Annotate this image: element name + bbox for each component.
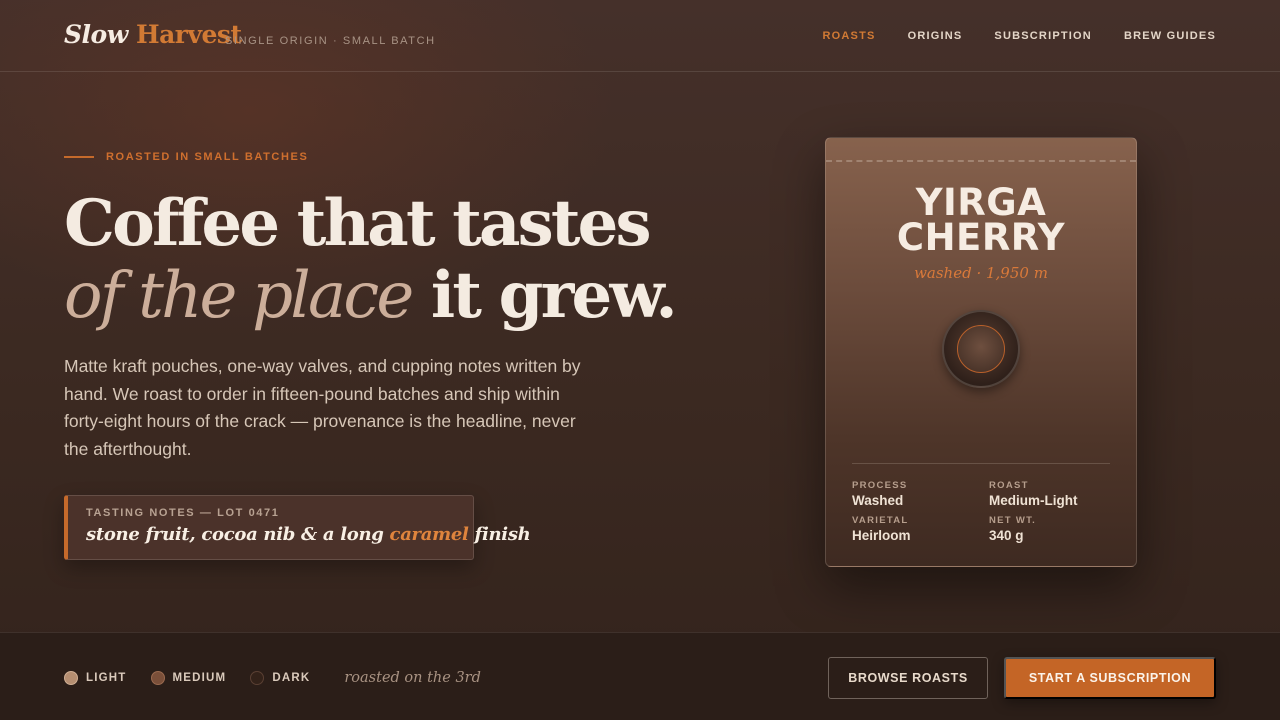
spec-label: ROAST — [989, 480, 1029, 491]
bag-subtitle: washed · 1,950 m — [914, 264, 1048, 282]
spec-label: VARIETAL — [852, 515, 909, 526]
spec-label: NET WT. — [989, 515, 1037, 526]
roast-option-dark[interactable]: DARK — [250, 671, 310, 685]
roast-option-medium[interactable]: MEDIUM — [150, 671, 227, 685]
spec-varietal: VARIETAL Heirloom — [852, 515, 911, 543]
light-roast-dot-icon — [64, 671, 78, 685]
roast-level-legend: LIGHT MEDIUM DARK roasted on the 3rd — [64, 670, 481, 686]
hero-intro: Matte kraft pouches, one-way valves, and… — [64, 356, 581, 459]
roast-label: LIGHT — [86, 672, 127, 684]
start-subscription-button[interactable]: START A SUBSCRIPTION — [1004, 657, 1216, 699]
bag-divider — [852, 463, 1110, 464]
eyebrow-text: ROASTED IN SMALL BATCHES — [106, 151, 309, 163]
hero-headline: Coffee that tastes of the place it grew. — [64, 186, 704, 333]
tasting-note-before: stone fruit, cocoa nib & a long — [86, 524, 390, 545]
spec-value: Heirloom — [852, 528, 911, 543]
dark-roast-dot-icon — [250, 671, 265, 685]
action-bar: LIGHT MEDIUM DARK roasted on the 3rd BRO… — [0, 632, 1280, 720]
spec-label: PROCESS — [852, 480, 908, 491]
bag-name-line-1: YIRGA — [915, 181, 1047, 224]
tasting-note-highlight: caramel — [389, 524, 469, 545]
spec-value: Medium-Light — [989, 493, 1078, 508]
tasting-note-after: finish — [468, 524, 531, 545]
main-nav: ROASTS ORIGINS SUBSCRIPTION BREW GUIDES — [823, 30, 1216, 42]
spec-net-weight: NET WT. 340 g — [989, 515, 1036, 543]
spec-roast: ROAST Medium-Light — [989, 480, 1077, 508]
headline-part-3: it grew. — [411, 258, 678, 333]
valve-ring — [957, 325, 1005, 373]
headline-italic: of the place — [64, 259, 414, 333]
brand-tagline: SINGLE ORIGIN · SMALL BATCH — [225, 35, 436, 47]
bag-seam — [826, 160, 1136, 162]
spec-value: 340 g — [989, 528, 1024, 543]
eyebrow-rule — [64, 156, 94, 158]
brand-logo[interactable]: Slow Harvest — [64, 20, 242, 49]
bag-product-name: YIRGA CHERRY — [826, 181, 1136, 259]
headline-part-1: Coffee that tastes — [64, 186, 652, 261]
nav-item-origins[interactable]: ORIGINS — [908, 30, 963, 42]
site-header: Slow Harvest SINGLE ORIGIN · SMALL BATCH… — [0, 0, 1280, 72]
brand-word-slow: Slow — [64, 20, 128, 49]
hero-eyebrow: ROASTED IN SMALL BATCHES — [64, 151, 308, 163]
spec-process: PROCESS Washed — [852, 480, 908, 508]
nav-item-brew-guides[interactable]: BREW GUIDES — [1124, 30, 1216, 42]
medium-roast-dot-icon — [150, 671, 165, 685]
roast-option-light[interactable]: LIGHT — [64, 671, 127, 685]
nav-item-subscription[interactable]: SUBSCRIPTION — [994, 30, 1092, 42]
tasting-notes-text: stone fruit, cocoa nib & a long caramel … — [86, 524, 531, 545]
roast-label: DARK — [272, 672, 311, 684]
nav-item-roasts[interactable]: ROASTS — [823, 30, 876, 42]
one-way-valve-icon — [942, 310, 1020, 388]
browse-roasts-button[interactable]: BROWSE ROASTS — [828, 657, 988, 699]
roast-label: MEDIUM — [172, 672, 227, 684]
bag-name-line-2: CHERRY — [896, 216, 1066, 259]
spec-value: Washed — [852, 493, 904, 508]
coffee-bag: YIRGA CHERRY washed · 1,950 m PROCESS Wa… — [825, 137, 1137, 567]
tasting-notes-label: TASTING NOTES — LOT 0471 — [86, 507, 280, 519]
tasting-notes-card: TASTING NOTES — LOT 0471 stone fruit, co… — [64, 495, 531, 560]
roast-date-note: roasted on the 3rd — [344, 670, 481, 686]
